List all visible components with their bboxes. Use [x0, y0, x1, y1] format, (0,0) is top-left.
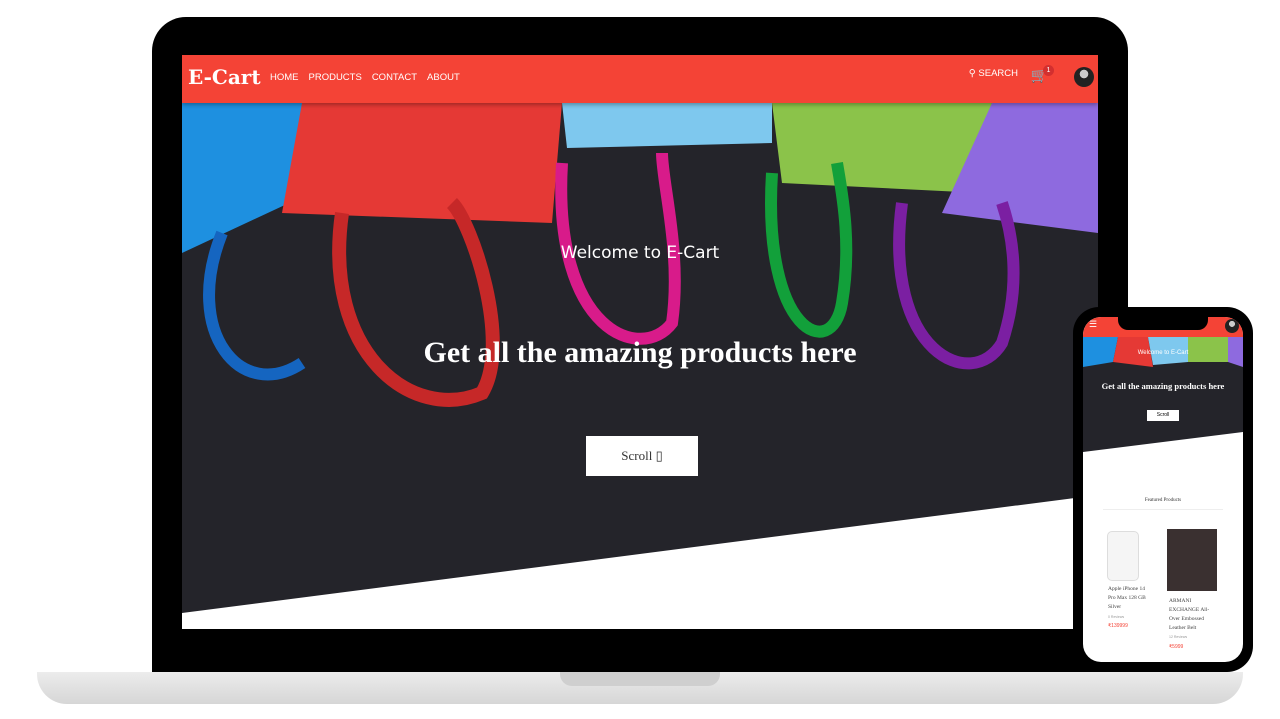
product-image-iphone[interactable] — [1107, 531, 1139, 581]
product-name[interactable]: ARMANI EXCHANGE All-Over Embossed Leathe… — [1169, 597, 1219, 633]
laptop-screen: E-Cart HOME PRODUCTS CONTACT ABOUT ⚲ SEA… — [182, 55, 1098, 629]
mobile-tagline: Get all the amazing products here — [1101, 381, 1225, 391]
mobile-hero: Welcome to E-Cart Get all the amazing pr… — [1083, 337, 1243, 497]
nav-about[interactable]: ABOUT — [427, 72, 460, 83]
product-image-belt[interactable] — [1167, 529, 1217, 591]
hero-tagline: Get all the amazing products here — [423, 336, 857, 369]
nav-contact[interactable]: CONTACT — [372, 72, 417, 83]
search-label: SEARCH — [978, 68, 1018, 79]
scroll-button[interactable]: Scroll ▯ — [586, 436, 698, 476]
mobile-welcome: Welcome to E-Cart — [1137, 350, 1189, 356]
divider — [1103, 509, 1223, 510]
mobile-avatar[interactable] — [1225, 319, 1239, 333]
welcome-text: Welcome to E-Cart — [560, 243, 720, 263]
mobile-scroll-button[interactable]: Scroll — [1147, 410, 1179, 421]
laptop-notch — [560, 672, 720, 686]
hero-banner: Welcome to E-Cart Get all the amazing pr… — [182, 103, 1098, 629]
phone-notch — [1118, 314, 1208, 330]
product-price: ₹5999 — [1169, 644, 1184, 650]
product-name[interactable]: Apple iPhone 14 Pro Max 128 GB Silver — [1108, 585, 1153, 612]
product-reviews: 0 Reviews — [1108, 615, 1125, 619]
mouse-icon: ▯ — [655, 448, 663, 463]
scroll-label: Scroll — [621, 448, 653, 463]
logo[interactable]: E-Cart — [188, 65, 261, 89]
avatar[interactable] — [1074, 67, 1094, 87]
nav-products[interactable]: PRODUCTS — [309, 72, 362, 83]
nav-home[interactable]: HOME — [270, 72, 299, 83]
product-price: ₹139999 — [1108, 623, 1128, 629]
cart-badge: 1 — [1043, 65, 1054, 76]
phone-screen: ☰ Welcome to E-Cart Get all the amazing … — [1083, 317, 1243, 662]
menu-icon[interactable]: ☰ — [1089, 319, 1097, 330]
search-icon: ⚲ — [968, 68, 979, 79]
section-title: Featured Products — [1144, 498, 1182, 503]
product-reviews: 12 Reviews — [1169, 635, 1188, 639]
search-button[interactable]: ⚲ SEARCH — [969, 68, 1018, 79]
navbar: E-Cart HOME PRODUCTS CONTACT ABOUT ⚲ SEA… — [182, 55, 1098, 103]
